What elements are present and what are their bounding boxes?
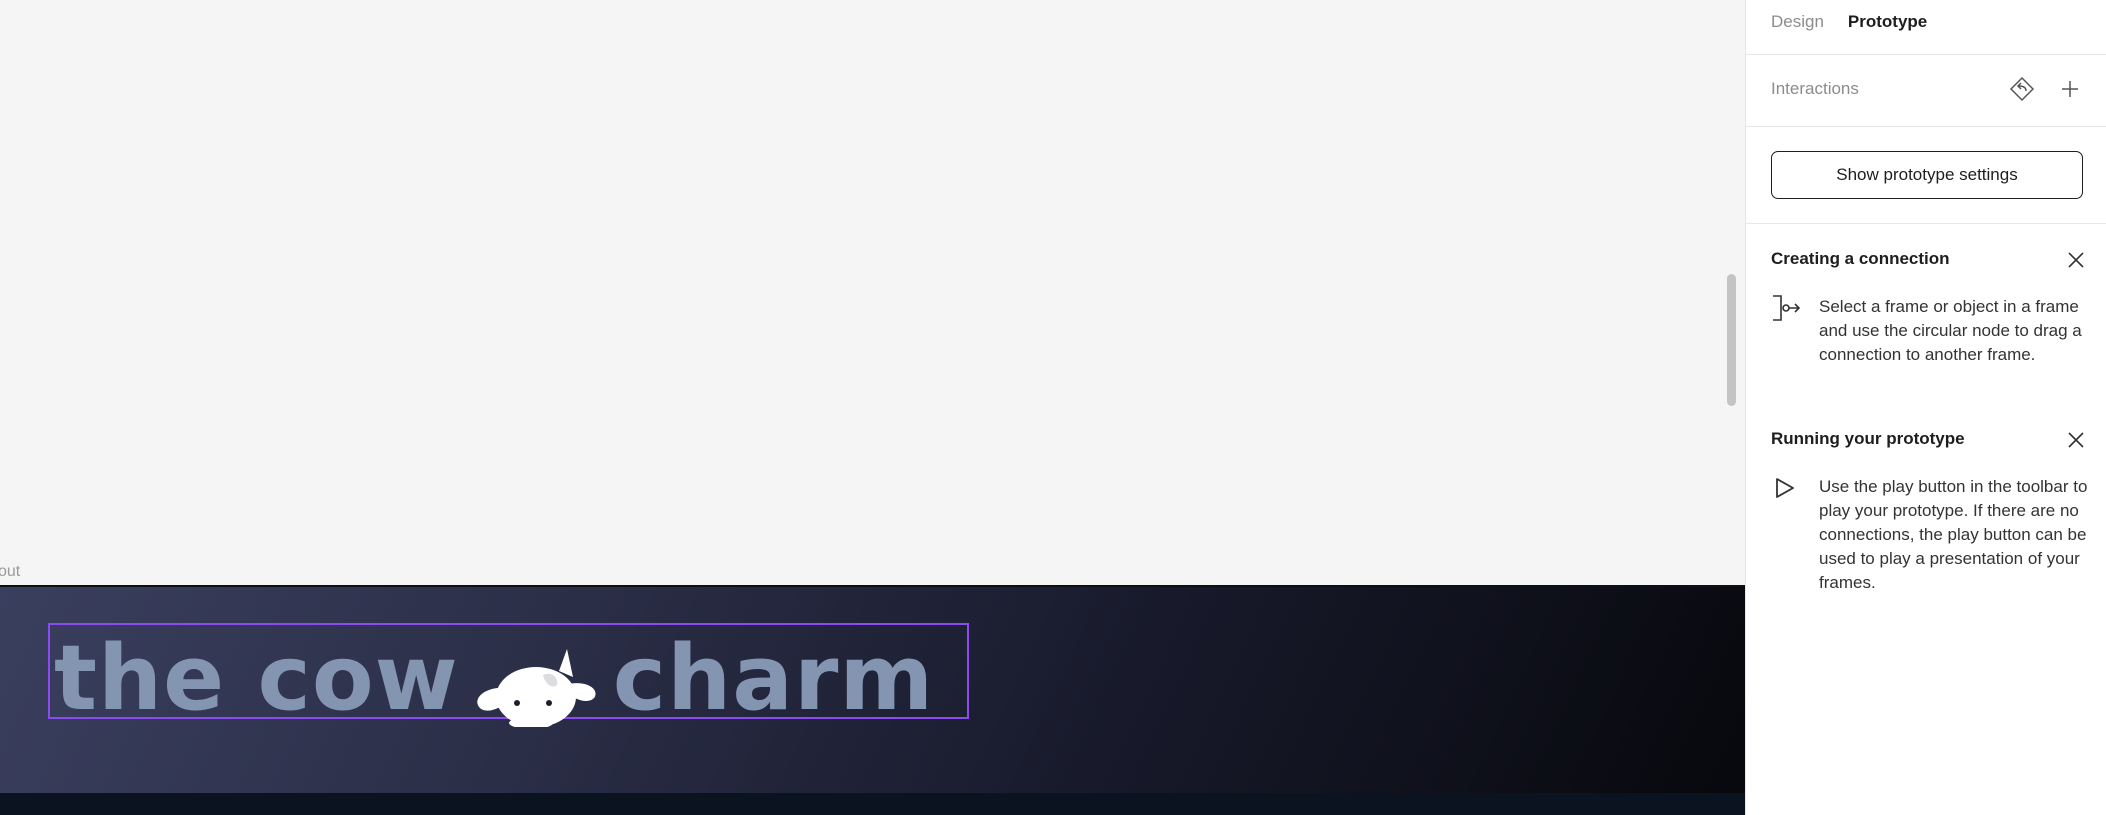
card-title-creating-connection: Creating a connection bbox=[1771, 249, 1950, 268]
panel-tabs: Design Prototype bbox=[1771, 12, 1927, 32]
canvas[interactable]: out the cow charm bbox=[0, 0, 1745, 815]
show-prototype-settings-button[interactable]: Show prototype settings bbox=[1771, 151, 2083, 199]
divider bbox=[1746, 54, 2106, 55]
add-icon[interactable] bbox=[2056, 75, 2084, 103]
divider bbox=[1746, 223, 2106, 224]
cow-icon bbox=[477, 649, 596, 727]
interactions-title: Interactions bbox=[1771, 79, 1859, 98]
tab-prototype[interactable]: Prototype bbox=[1848, 12, 1927, 32]
reverse-interaction-icon[interactable] bbox=[2008, 75, 2036, 103]
connection-icon bbox=[1773, 295, 1801, 321]
close-icon[interactable] bbox=[2062, 246, 2090, 274]
frame-label[interactable]: out bbox=[0, 563, 20, 581]
canvas-scrollbar[interactable] bbox=[1727, 274, 1736, 406]
frame-bottom-band bbox=[0, 793, 1745, 815]
card-body-creating-connection: Select a frame or object in a frame and … bbox=[1819, 297, 2082, 364]
hero-text: the cow charm bbox=[54, 631, 934, 727]
hero-text-part1: the cow bbox=[54, 626, 459, 731]
selected-text-layer[interactable]: the cow charm bbox=[48, 623, 969, 727]
play-icon bbox=[1776, 478, 1794, 498]
hero-text-part2: charm bbox=[612, 626, 935, 731]
card-title-running-prototype: Running your prototype bbox=[1771, 429, 1965, 448]
divider bbox=[1746, 126, 2106, 127]
card-body-running-prototype: Use the play button in the toolbar to pl… bbox=[1819, 477, 2088, 592]
tab-design[interactable]: Design bbox=[1771, 12, 1824, 32]
close-icon[interactable] bbox=[2062, 426, 2090, 454]
frame[interactable]: the cow charm bbox=[0, 585, 1745, 815]
properties-panel: Design Prototype Interactions Show proto… bbox=[1745, 0, 2106, 815]
